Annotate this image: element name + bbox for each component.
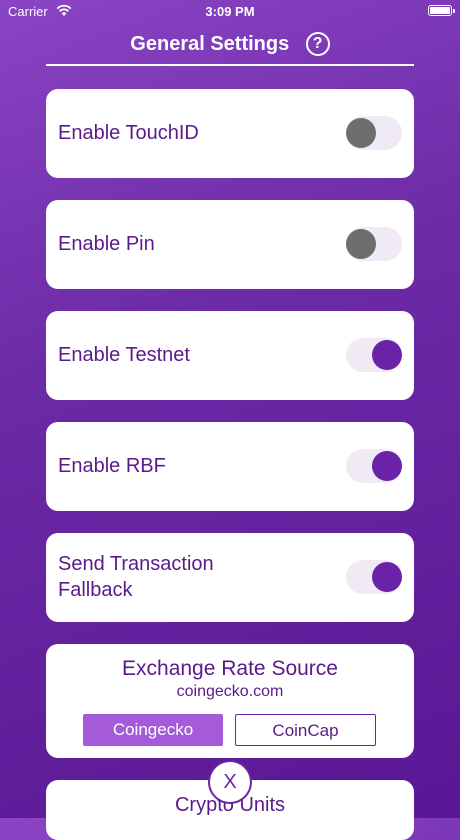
touchid-toggle[interactable] [346,116,402,150]
coingecko-option[interactable]: Coingecko [83,714,223,746]
header-divider [46,64,414,66]
testnet-setting-card: Enable Testnet [46,311,414,400]
toggle-knob [346,118,376,148]
exchange-rate-subtitle: coingecko.com [176,683,284,700]
testnet-label: Enable Testnet [58,344,190,366]
fallback-label-line1: Send Transaction [58,553,214,575]
toggle-knob [372,562,402,592]
testnet-toggle[interactable] [346,338,402,372]
rbf-label: Enable RBF [58,455,166,477]
rbf-setting-card: Enable RBF [46,422,414,511]
battery-icon [428,5,455,16]
pin-setting-card: Enable Pin [46,200,414,289]
fallback-label-line2: Fallback [58,579,133,601]
toggle-knob [372,451,402,481]
touchid-setting-card: Enable TouchID [46,89,414,178]
status-bar: Carrier 3:09 PM [0,0,460,24]
pin-toggle[interactable] [346,227,402,261]
toggle-knob [346,229,376,259]
rbf-toggle[interactable] [346,449,402,483]
fallback-setting-card: Send Transaction Fallback [46,533,414,622]
toggle-knob [372,340,402,370]
page-title: General Settings [130,33,290,55]
coincap-option[interactable]: CoinCap [235,714,376,746]
exchange-rate-title: Exchange Rate Source [122,657,338,680]
exchange-rate-card: Exchange Rate Source coingecko.com Coing… [46,644,414,758]
page-header: General Settings ? [0,28,460,62]
help-icon[interactable]: ? [305,32,330,56]
clock: 3:09 PM [205,4,255,19]
touchid-label: Enable TouchID [58,122,199,144]
pin-label: Enable Pin [58,233,155,255]
close-button[interactable]: X [208,760,252,804]
fallback-toggle[interactable] [346,560,402,594]
